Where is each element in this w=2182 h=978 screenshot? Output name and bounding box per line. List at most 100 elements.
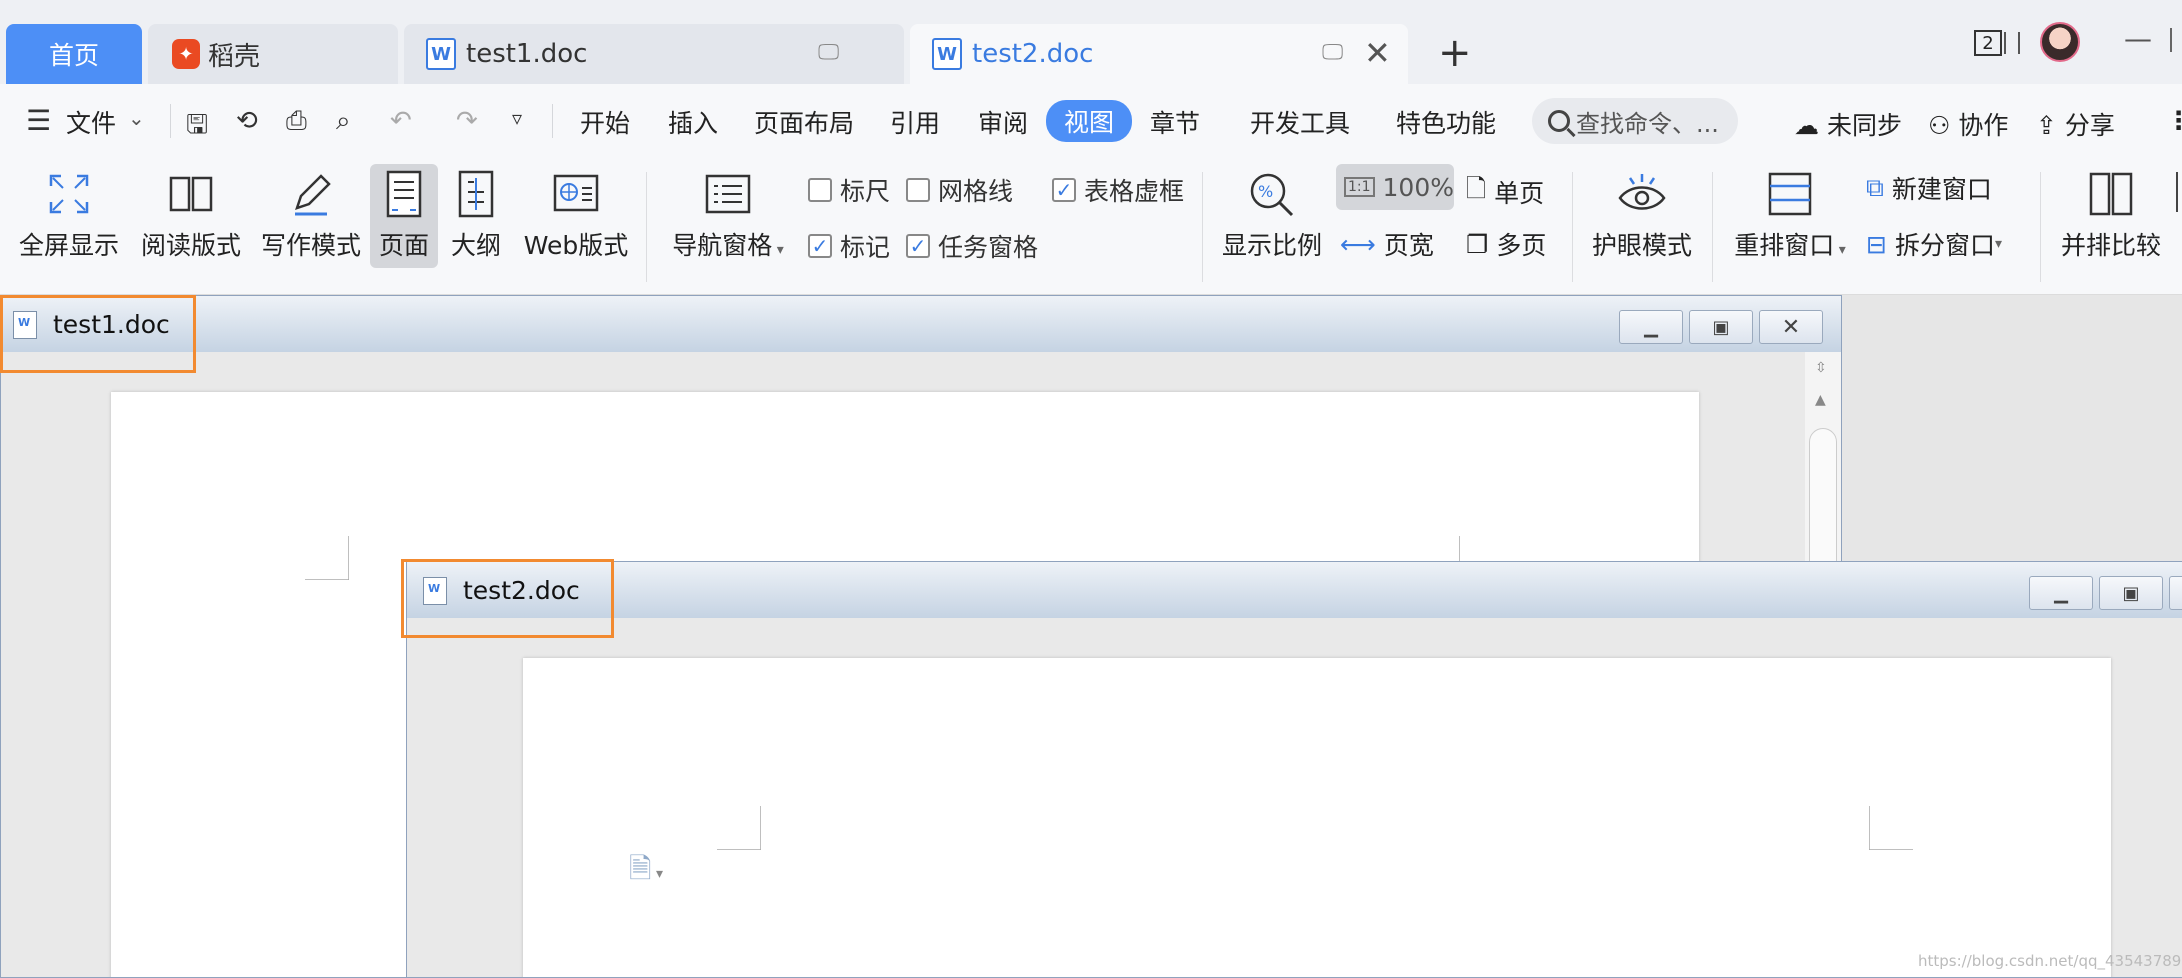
divider (1202, 172, 1203, 282)
single-page-button[interactable]: 🗋 单页 (1466, 170, 1544, 213)
arrange-window-label: 重排窗口 (1734, 231, 1835, 260)
save-icon[interactable]: 🖫 (186, 106, 208, 150)
window-test1-restore[interactable]: ▣ (1689, 310, 1753, 344)
web-view-button[interactable]: Web版式 (516, 168, 636, 262)
task-pane-label: 任务窗格 (938, 233, 1039, 262)
window-test1-titlebar[interactable] (1, 296, 1841, 352)
maximize-icon[interactable] (2170, 28, 2182, 52)
tab-docer[interactable]: ✦ 稻壳 (148, 24, 398, 84)
gridlines-label: 网格线 (938, 177, 1014, 206)
sync-label: 未同步 (1826, 111, 1902, 140)
menu-review[interactable]: 审阅 (978, 104, 1028, 140)
writing-mode-button[interactable]: 写作模式 (256, 168, 366, 262)
window-test2-restore[interactable]: ▣ (2099, 576, 2163, 610)
highlight-box-test1 (0, 295, 196, 373)
hamburger-icon[interactable]: ☰ (26, 104, 51, 137)
print-preview-icon[interactable]: ⌕ (336, 106, 351, 137)
page-view-button[interactable]: 页面 (370, 164, 438, 268)
side-by-side-button[interactable]: 并排比较 (2058, 168, 2164, 262)
outline-view-button[interactable]: 大纲 (444, 168, 508, 262)
arrange-window-button[interactable]: 重排窗口 ▾ (1728, 168, 1852, 262)
crop-mark (1869, 806, 1913, 850)
nav-pane-button[interactable]: 导航窗格 ▾ (664, 168, 792, 262)
zoom-button[interactable]: % 显示比例 (1222, 168, 1322, 262)
single-page-label: 单页 (1494, 178, 1545, 208)
window-list-icon[interactable] (2004, 32, 2020, 54)
menu-special[interactable]: 特色功能 (1396, 104, 1496, 140)
minimize-icon[interactable]: — (2124, 22, 2152, 55)
menu-insert[interactable]: 插入 (668, 104, 718, 140)
more-ribbon-icon[interactable] (2176, 172, 2182, 212)
multi-page-label: 多页 (1496, 231, 1547, 260)
divider (646, 172, 647, 282)
share-button[interactable]: ⇪ 分享 (2036, 106, 2115, 142)
divider (170, 104, 171, 138)
monitor-icon[interactable]: 🖵 (818, 40, 839, 65)
tab-test1[interactable]: W test1.doc 🖵 (404, 24, 904, 84)
window-count-badge[interactable]: 2 (1974, 30, 2002, 56)
gridlines-checkbox[interactable]: 网格线 (906, 172, 1013, 208)
command-search[interactable]: 查找命令、... (1532, 98, 1738, 144)
new-window-button[interactable]: ⧉ 新建窗口 (1866, 170, 1992, 206)
paste-options-icon[interactable]: 🗎 ▾ (629, 848, 663, 896)
share-label: 分享 (2064, 111, 2115, 140)
side-by-side-label: 并排比较 (2060, 231, 2161, 260)
menu-start[interactable]: 开始 (580, 104, 630, 140)
fullscreen-button[interactable]: 全屏显示 (14, 168, 124, 262)
window-test2[interactable]: test2.doc ▁ ▣ 🗎 ▾ (406, 561, 2182, 978)
page-width-label: 页宽 (1383, 231, 1434, 260)
window-test2-titlebar[interactable] (407, 562, 2182, 618)
file-menu[interactable]: 文件 (66, 104, 116, 140)
marks-checkbox[interactable]: ✓ 标记 (808, 228, 890, 264)
customize-icon[interactable]: ▿ (512, 106, 522, 130)
menu-references[interactable]: 引用 (890, 104, 940, 140)
new-tab-icon[interactable]: + (1438, 30, 1472, 76)
menu-section[interactable]: 章节 (1150, 104, 1200, 140)
dropdown-icon: ▾ (772, 242, 784, 258)
scroll-up-icon[interactable]: ▲ (1815, 392, 1826, 408)
tab-docer-label: 稻壳 (208, 41, 261, 72)
ruler-checkbox[interactable]: 标尺 (808, 172, 890, 208)
tab-home-label: 首页 (48, 41, 99, 70)
task-pane-checkbox[interactable]: ✓ 任务窗格 (906, 228, 1038, 264)
docer-icon: ✦ (172, 39, 200, 69)
multi-page-button[interactable]: ❐ 多页 (1466, 226, 1546, 262)
collab-label: 协作 (1958, 111, 2009, 140)
collab-button[interactable]: ⚇ 协作 (1928, 106, 2008, 142)
tab-home[interactable]: 首页 (6, 24, 142, 84)
one-to-one-icon: 1:1 (1344, 177, 1375, 197)
zoom-percent-icon: % (1222, 168, 1322, 220)
split-window-button[interactable]: ⊟ 拆分窗口 ▾ (1866, 226, 2002, 262)
redo-icon[interactable]: ↷ (456, 106, 478, 136)
avatar[interactable] (2040, 22, 2080, 62)
sync-status[interactable]: ☁ 未同步 (1794, 106, 1902, 142)
print-icon[interactable]: ⎙ (286, 106, 307, 137)
highlight-box-test2 (401, 559, 614, 638)
close-tab-icon[interactable]: ✕ (1364, 34, 1391, 72)
window-test2-minimize[interactable]: ▁ (2029, 576, 2093, 610)
monitor-icon[interactable]: 🖵 (1322, 40, 1343, 65)
menu-view[interactable]: 视图 (1046, 100, 1133, 142)
zoom-100-button[interactable]: 1:1 100% (1336, 164, 1454, 210)
divider (1572, 172, 1573, 282)
table-gridlines-checkbox[interactable]: ✓ 表格虚框 (1052, 172, 1184, 208)
dropdown-icon: ▾ (1994, 236, 2002, 252)
undo-icon[interactable]: ↶ (390, 106, 412, 136)
menu-developer[interactable]: 开发工具 (1250, 104, 1350, 140)
eye-care-button[interactable]: 护眼模式 (1590, 168, 1694, 262)
split-handle-icon[interactable]: ⇳ (1815, 360, 1827, 376)
chevron-down-icon[interactable]: ⌄ (128, 106, 145, 130)
menu-page-layout[interactable]: 页面布局 (754, 104, 854, 140)
fullscreen-icon (14, 168, 124, 220)
page-width-button[interactable]: ⟷ 页宽 (1340, 226, 1434, 262)
window-test1-minimize[interactable]: ▁ (1619, 310, 1683, 344)
word-doc-icon: W (426, 38, 456, 70)
window-test1-close[interactable]: ✕ (1759, 310, 1823, 344)
window-test2-close[interactable] (2169, 576, 2182, 610)
split-window-label: 拆分窗口 (1894, 231, 1995, 260)
more-icon[interactable]: ⋮ (2166, 106, 2182, 135)
reading-mode-button[interactable]: 阅读版式 (136, 168, 246, 262)
tab-test2[interactable]: W test2.doc 🖵 ✕ (910, 24, 1408, 84)
format-painter-icon[interactable]: ⟲ (236, 106, 258, 136)
document-page[interactable] (523, 658, 2111, 977)
